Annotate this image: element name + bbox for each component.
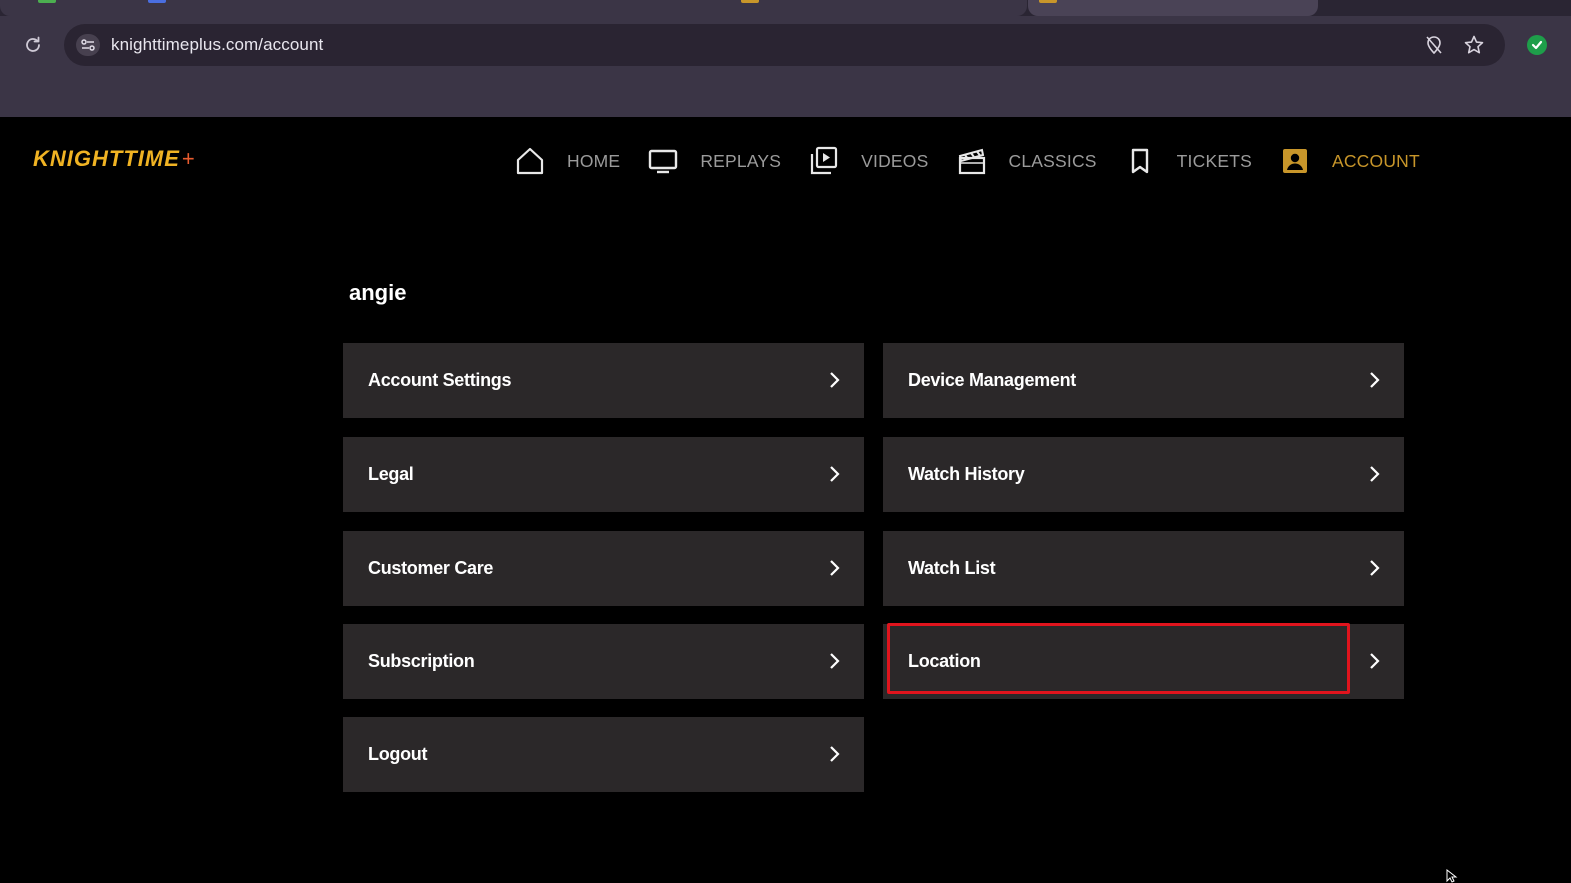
address-bar[interactable]: knighttimeplus.com/account (64, 24, 1505, 66)
watch-list-item[interactable]: Watch List (883, 531, 1404, 606)
clapperboard-icon (956, 145, 988, 177)
chevron-right-icon (830, 372, 840, 388)
tab-favicon (38, 0, 56, 3)
subscription-label: Subscription (368, 651, 475, 671)
nav-tickets[interactable]: TICKETS (1124, 145, 1252, 177)
account-settings-item[interactable]: Account Settings (343, 343, 864, 418)
url-text[interactable]: knighttimeplus.com/account (111, 35, 323, 55)
legal-item[interactable]: Legal (343, 437, 864, 512)
nav-account[interactable]: ACCOUNT (1279, 145, 1420, 177)
nav-home-label: HOME (567, 150, 621, 171)
reload-icon[interactable] (22, 34, 44, 56)
watch-history-label: Watch History (908, 464, 1025, 484)
nav-tickets-label: TICKETS (1176, 150, 1252, 171)
tab-favicon (741, 0, 759, 3)
tab-strip (0, 0, 1571, 16)
tab-favicon (1039, 0, 1057, 3)
chevron-right-icon (1370, 560, 1380, 576)
customer-care-item[interactable]: Customer Care (343, 531, 864, 606)
main-nav: HOME REPLAYS VIDEOS CLASSICS TICKETS ACC… (514, 143, 1447, 179)
chevron-right-icon (1370, 466, 1380, 482)
account-settings-label: Account Settings (368, 370, 512, 390)
home-icon (514, 145, 546, 177)
location-item[interactable]: Location (883, 623, 1404, 699)
device-management-label: Device Management (908, 370, 1076, 390)
chevron-right-icon (1370, 653, 1380, 669)
chevron-right-icon (1370, 372, 1380, 388)
nav-videos[interactable]: VIDEOS (808, 145, 928, 177)
watch-list-label: Watch List (908, 558, 996, 578)
logo-text: KNIGHTTIME (33, 146, 180, 171)
logout-item[interactable]: Logout (343, 717, 864, 792)
knighttime-logo[interactable]: KNIGHTTIME+ (33, 146, 196, 172)
username-heading: angie (349, 280, 407, 305)
site-info-icon[interactable] (76, 34, 100, 56)
device-management-item[interactable]: Device Management (883, 343, 1404, 418)
legal-label: Legal (368, 464, 414, 484)
nav-classics-label: CLASSICS (1008, 150, 1097, 171)
chevron-right-icon (830, 653, 840, 669)
monitor-icon (647, 145, 679, 177)
tracking-protection-icon[interactable] (1423, 34, 1445, 56)
tab-favicon (148, 0, 166, 3)
nav-home[interactable]: HOME (514, 145, 620, 177)
nav-videos-label: VIDEOS (861, 150, 929, 171)
subscription-item[interactable]: Subscription (343, 624, 864, 699)
browser-chrome: knighttimeplus.com/account (0, 0, 1571, 117)
bookmark-icon (1124, 145, 1156, 177)
chevron-right-icon (830, 560, 840, 576)
logout-label: Logout (368, 744, 428, 764)
nav-account-label: ACCOUNT (1331, 150, 1420, 171)
watch-history-item[interactable]: Watch History (883, 437, 1404, 512)
video-library-icon (808, 145, 840, 177)
chevron-right-icon (830, 746, 840, 762)
nav-classics[interactable]: CLASSICS (956, 145, 1097, 177)
logo-plus: + (181, 146, 196, 171)
customer-care-label: Customer Care (368, 558, 494, 578)
browser-tab-active[interactable] (1028, 0, 1318, 16)
nav-replays-label: REPLAYS (700, 150, 782, 171)
extension-icon[interactable] (1526, 34, 1548, 56)
chevron-right-icon (830, 466, 840, 482)
account-box-icon (1279, 145, 1311, 177)
nav-replays[interactable]: REPLAYS (647, 145, 781, 177)
bookmark-star-icon[interactable] (1463, 34, 1485, 56)
location-label: Location (908, 651, 981, 671)
